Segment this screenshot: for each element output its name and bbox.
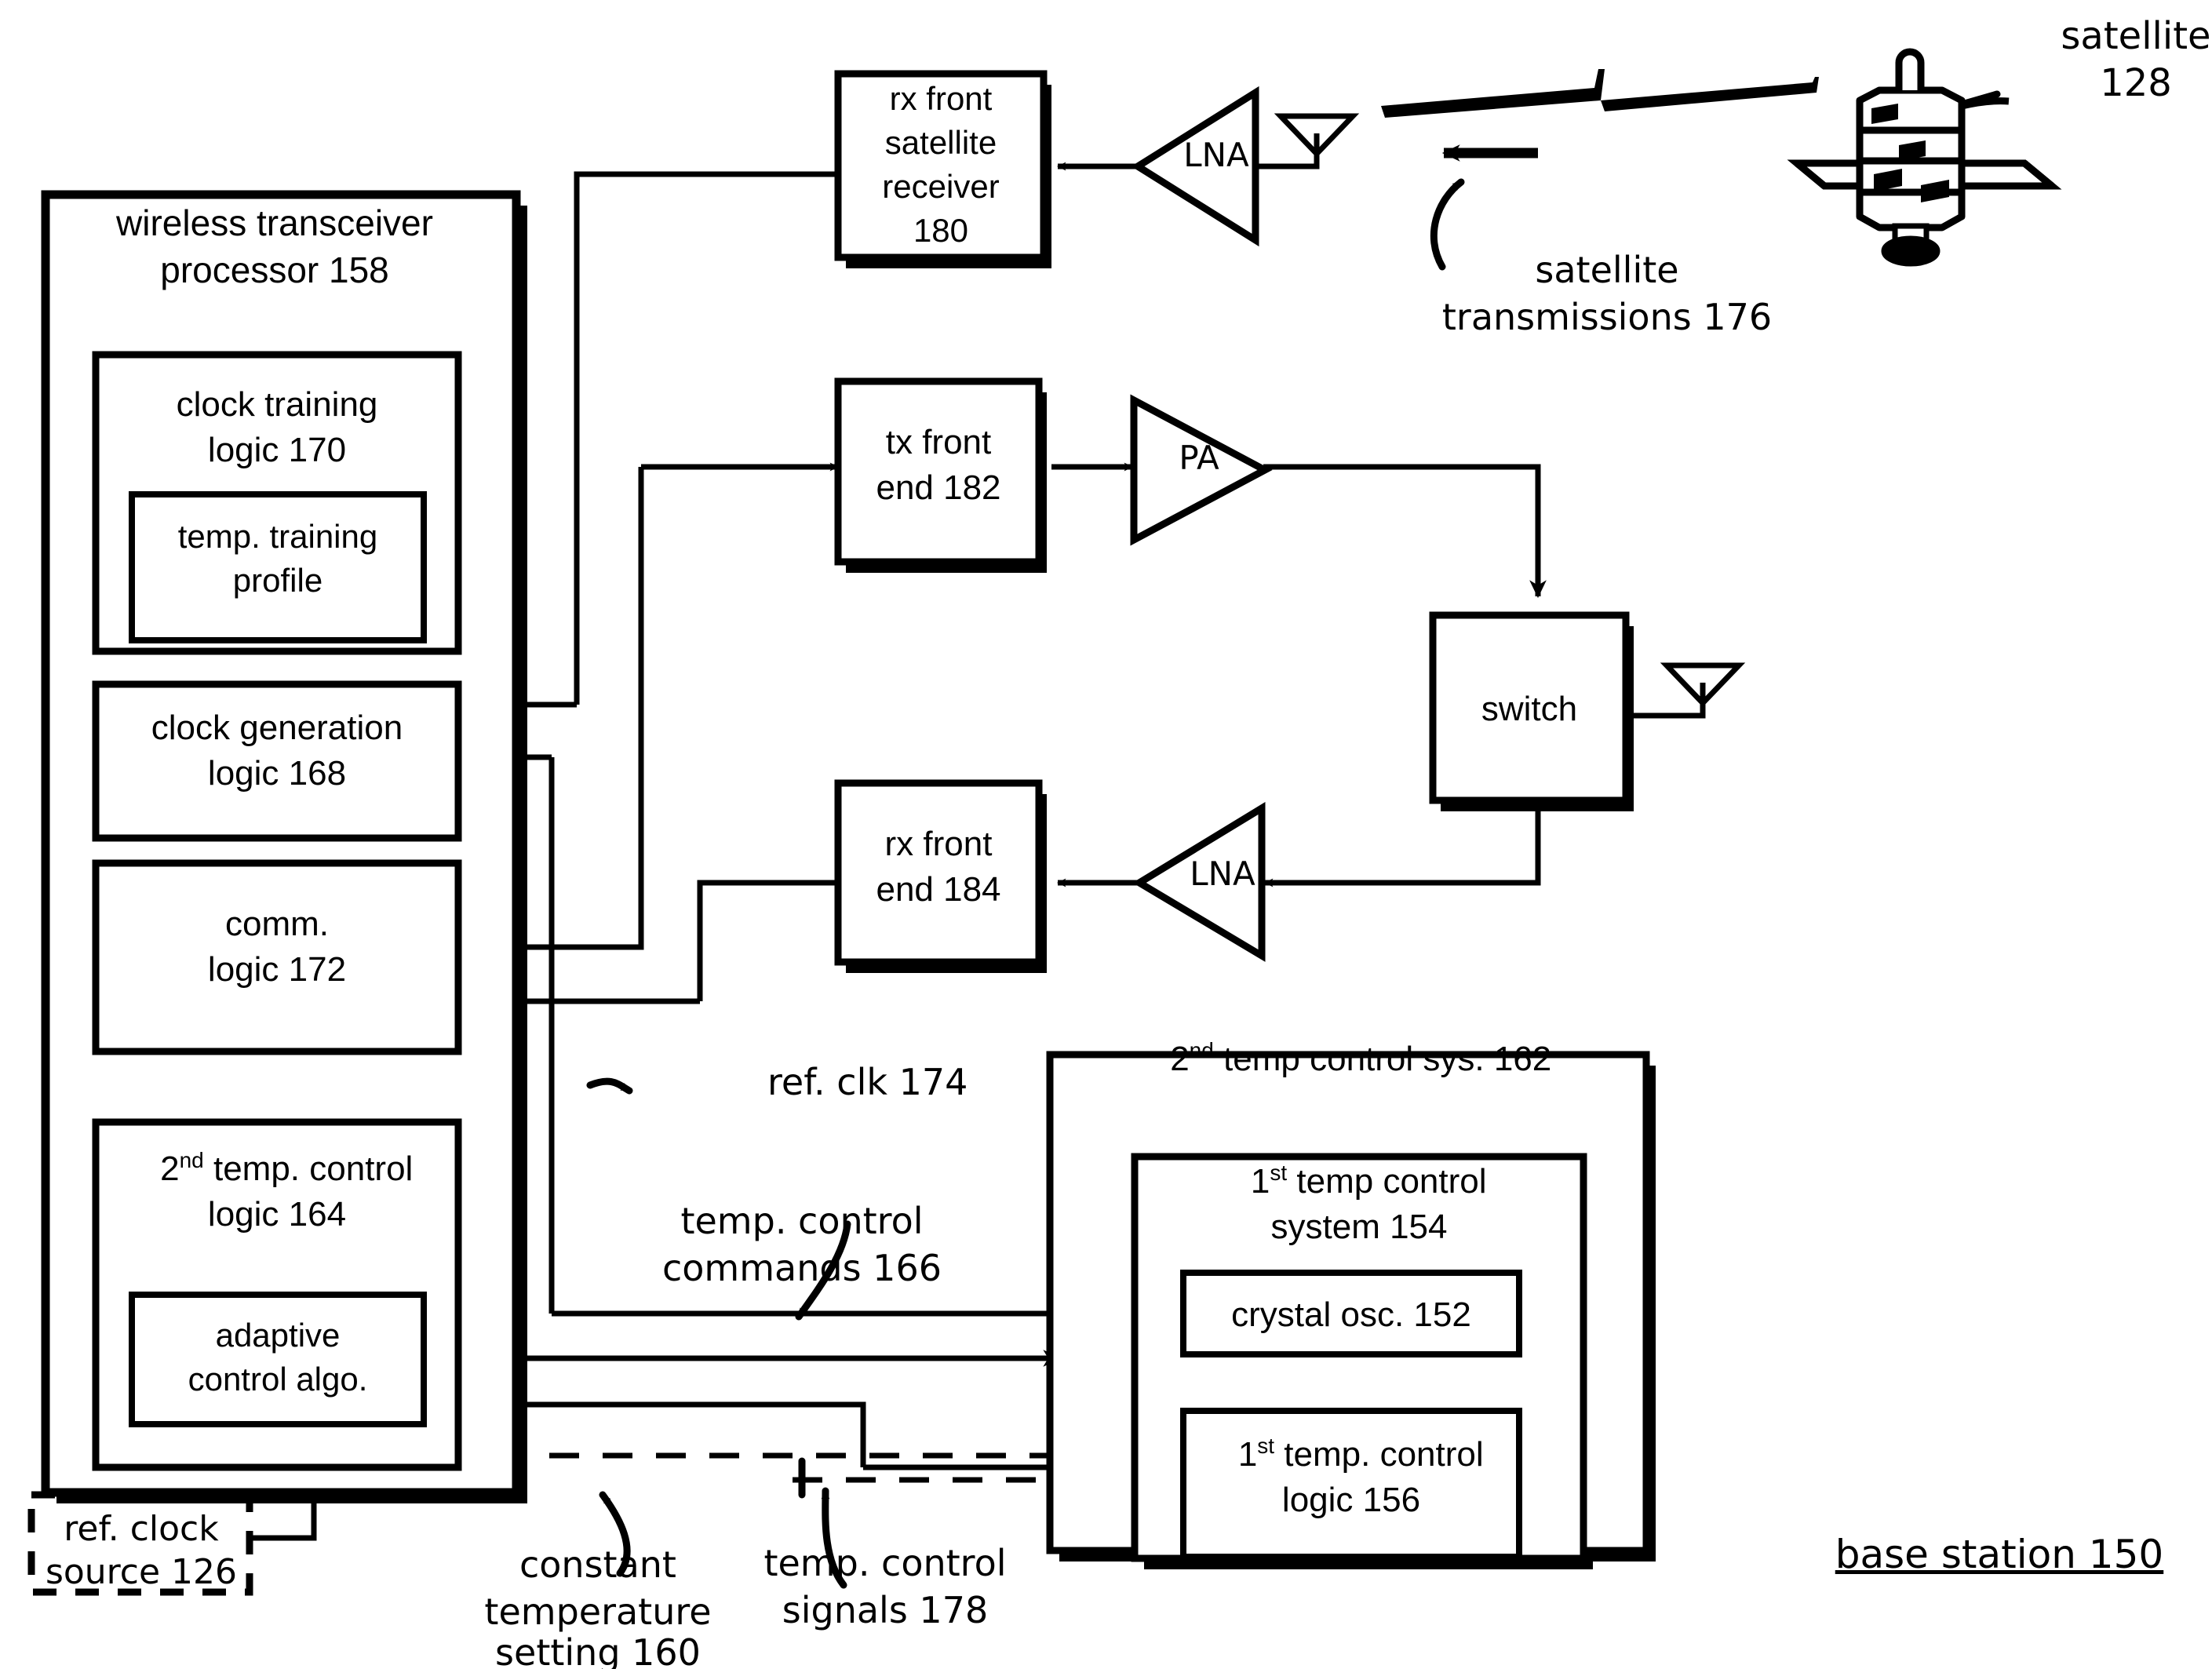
leader-ref-clk bbox=[586, 1077, 633, 1095]
comm-logic-line1: comm. bbox=[225, 905, 329, 943]
temp-training-profile-line1: temp. training bbox=[178, 518, 377, 555]
constant-temp-setting-line3: setting 160 bbox=[495, 1631, 701, 1669]
wire-pa-to-switch bbox=[1263, 464, 1547, 599]
constant-temp-setting-line2: temperature bbox=[484, 1591, 711, 1633]
rx-satellite-receiver-line2: satellite bbox=[885, 124, 997, 161]
first-temp-control-system-line1: 1st temp control bbox=[1164, 1161, 1554, 1201]
tx-front-end-line2: end 182 bbox=[876, 468, 1000, 507]
temp-training-profile-line2: profile bbox=[233, 562, 323, 599]
tx-front-end-line1: tx front bbox=[886, 423, 992, 461]
figure-canvas: wireless transceiver processor 158 clock… bbox=[0, 0, 2212, 1669]
rx-front-end-line2: end 184 bbox=[876, 870, 1000, 909]
transmission-bolt-icon bbox=[1381, 69, 1819, 118]
rx-front-end-line1: rx front bbox=[885, 825, 993, 863]
satellite-icon bbox=[1787, 48, 2062, 267]
lna-top-label: LNA bbox=[1183, 136, 1249, 174]
crystal-osc-label: crystal osc. 152 bbox=[1231, 1295, 1471, 1334]
leader-satellite-transmissions bbox=[1430, 178, 1465, 271]
clock-generation-logic-line2: logic 168 bbox=[208, 754, 346, 793]
wire-rx184-to-comm bbox=[697, 880, 838, 1001]
comm-logic-line2: logic 172 bbox=[208, 950, 346, 989]
lna-bottom-label: LNA bbox=[1190, 855, 1255, 893]
temp-control-commands-line2: commands 166 bbox=[662, 1247, 942, 1289]
adaptive-control-algo-line2: control algo. bbox=[188, 1361, 368, 1398]
temp-control-signals-line1: temp. control bbox=[763, 1542, 1006, 1584]
clock-training-logic-line1: clock training bbox=[177, 385, 378, 424]
satellite-transmissions-line1: satellite bbox=[1535, 249, 1678, 291]
base-station-label: base station 150 bbox=[1835, 1532, 2163, 1577]
rx-satellite-receiver-line4: 180 bbox=[913, 212, 968, 249]
second-temp-control-logic-line1: 2nd temp. control bbox=[74, 1148, 480, 1188]
clock-generation-logic-line1: clock generation bbox=[151, 709, 403, 747]
switch-label: switch bbox=[1481, 690, 1577, 728]
diagram-svg: wireless transceiver processor 158 clock… bbox=[27, 14, 2211, 1669]
satellite-transmissions-line2: transmissions 176 bbox=[1442, 296, 1772, 338]
first-temp-control-logic-line2: logic 156 bbox=[1282, 1481, 1420, 1519]
transceiver-processor-line1: wireless transceiver bbox=[115, 202, 433, 243]
satellite-label-line2: 128 bbox=[2100, 61, 2172, 105]
rx-satellite-receiver-line1: rx front bbox=[890, 80, 993, 117]
box-adaptive-control-algo bbox=[129, 1292, 427, 1427]
wire-antenna-top-stub bbox=[1255, 133, 1320, 169]
first-temp-control-system-line2: system 154 bbox=[1271, 1208, 1448, 1246]
constant-temp-setting-line1: constant bbox=[519, 1543, 676, 1586]
ref-clock-source-line2: source 126 bbox=[46, 1552, 237, 1592]
satellite-label-line1: satellite bbox=[2061, 14, 2210, 58]
ref-clock-source-line1: ref. clock bbox=[64, 1509, 219, 1549]
pa-label: PA bbox=[1179, 439, 1219, 477]
second-temp-control-sys-label: 2nd temp control sys. 162 bbox=[1084, 1038, 1619, 1078]
temp-control-signals-line2: signals 178 bbox=[782, 1589, 988, 1631]
ref-clk-label: ref. clk 174 bbox=[767, 1061, 968, 1103]
first-temp-control-logic-line1: 1st temp. control bbox=[1152, 1434, 1551, 1474]
amplifiers bbox=[1130, 86, 1273, 962]
rx-satellite-receiver-line3: receiver bbox=[882, 168, 999, 205]
wire-satrx-to-clockgen bbox=[574, 171, 838, 705]
clock-training-logic-line2: logic 170 bbox=[208, 431, 346, 469]
adaptive-control-algo-line1: adaptive bbox=[216, 1317, 341, 1354]
temp-control-commands-line1: temp. control bbox=[680, 1200, 923, 1242]
second-temp-control-logic-line2: logic 164 bbox=[208, 1195, 346, 1234]
wire-switch-to-lna bbox=[1264, 808, 1541, 887]
transceiver-processor-line2: processor 158 bbox=[160, 250, 389, 290]
